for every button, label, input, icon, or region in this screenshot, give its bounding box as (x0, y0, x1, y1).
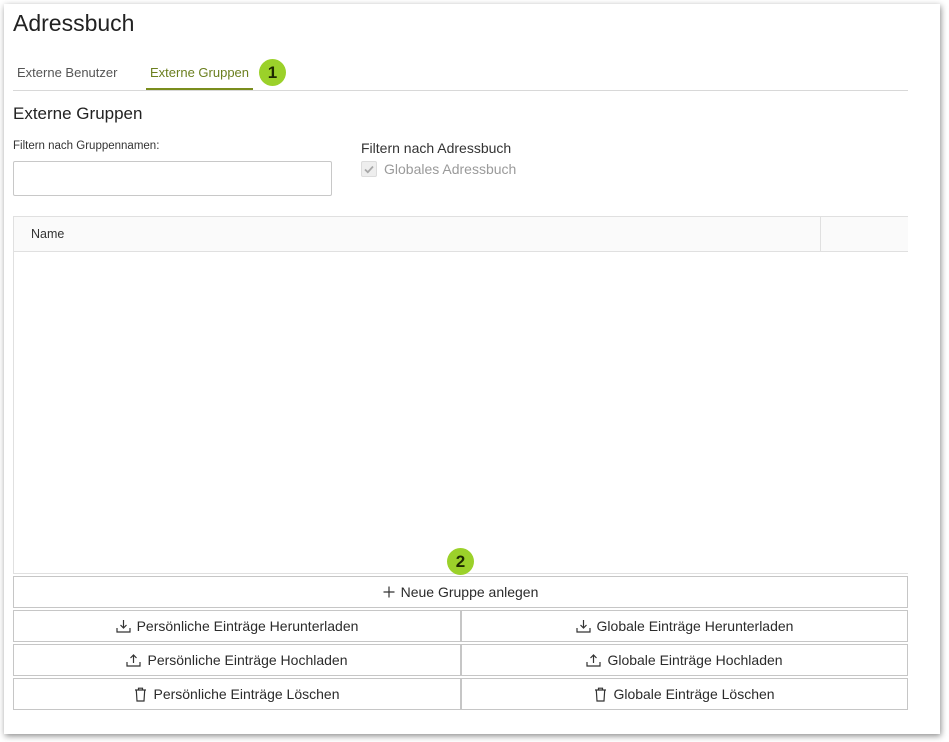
addressbook-filter-label: Filtern nach Adressbuch (361, 140, 512, 156)
download-icon (575, 619, 591, 633)
tab-bar: Externe Benutzer Externe Gruppen (13, 56, 908, 91)
column-divider (820, 217, 821, 251)
groups-table: Name (13, 216, 908, 574)
personal-upload-label: Persönliche Einträge Hochladen (147, 652, 348, 668)
personal-download-button[interactable]: Persönliche Einträge Herunterladen (13, 610, 461, 642)
personal-upload-button[interactable]: Persönliche Einträge Hochladen (13, 644, 461, 676)
page-title: Adressbuch (13, 10, 135, 36)
section-title: Externe Gruppen (13, 104, 143, 123)
personal-delete-label: Persönliche Einträge Löschen (153, 686, 340, 702)
global-addressbook-checkbox[interactable] (361, 161, 377, 177)
tab-externe-gruppen[interactable]: Externe Gruppen (146, 56, 254, 90)
global-upload-label: Globale Einträge Hochladen (607, 652, 783, 668)
checkmark-icon (364, 165, 374, 173)
global-addressbook-option: Globales Adressbuch (361, 160, 516, 178)
personal-delete-button[interactable]: Persönliche Einträge Löschen (13, 678, 461, 710)
global-download-label: Globale Einträge Herunterladen (596, 618, 794, 634)
global-download-button[interactable]: Globale Einträge Herunterladen (461, 610, 908, 642)
global-delete-label: Globale Einträge Löschen (613, 686, 775, 702)
column-header-name[interactable]: Name (31, 217, 64, 251)
annotation-badge-1: 1 (259, 59, 286, 86)
upload-icon (126, 653, 142, 667)
trash-icon (134, 687, 147, 702)
global-addressbook-label: Globales Adressbuch (384, 161, 517, 177)
new-group-button[interactable]: Neue Gruppe anlegen (13, 576, 908, 608)
table-header: Name (14, 217, 908, 252)
download-icon (115, 619, 131, 633)
personal-download-label: Persönliche Einträge Herunterladen (136, 618, 359, 634)
global-upload-button[interactable]: Globale Einträge Hochladen (461, 644, 908, 676)
tab-externe-benutzer[interactable]: Externe Benutzer (13, 56, 121, 89)
new-group-button-label: Neue Gruppe anlegen (400, 584, 539, 600)
global-delete-button[interactable]: Globale Einträge Löschen (461, 678, 908, 710)
upload-icon (586, 653, 602, 667)
annotation-badge-2: 2 (447, 548, 474, 575)
plus-icon (383, 586, 395, 598)
trash-icon (594, 687, 607, 702)
group-name-filter-label: Filtern nach Gruppennamen: (13, 140, 160, 152)
group-name-filter-input[interactable] (13, 161, 332, 196)
